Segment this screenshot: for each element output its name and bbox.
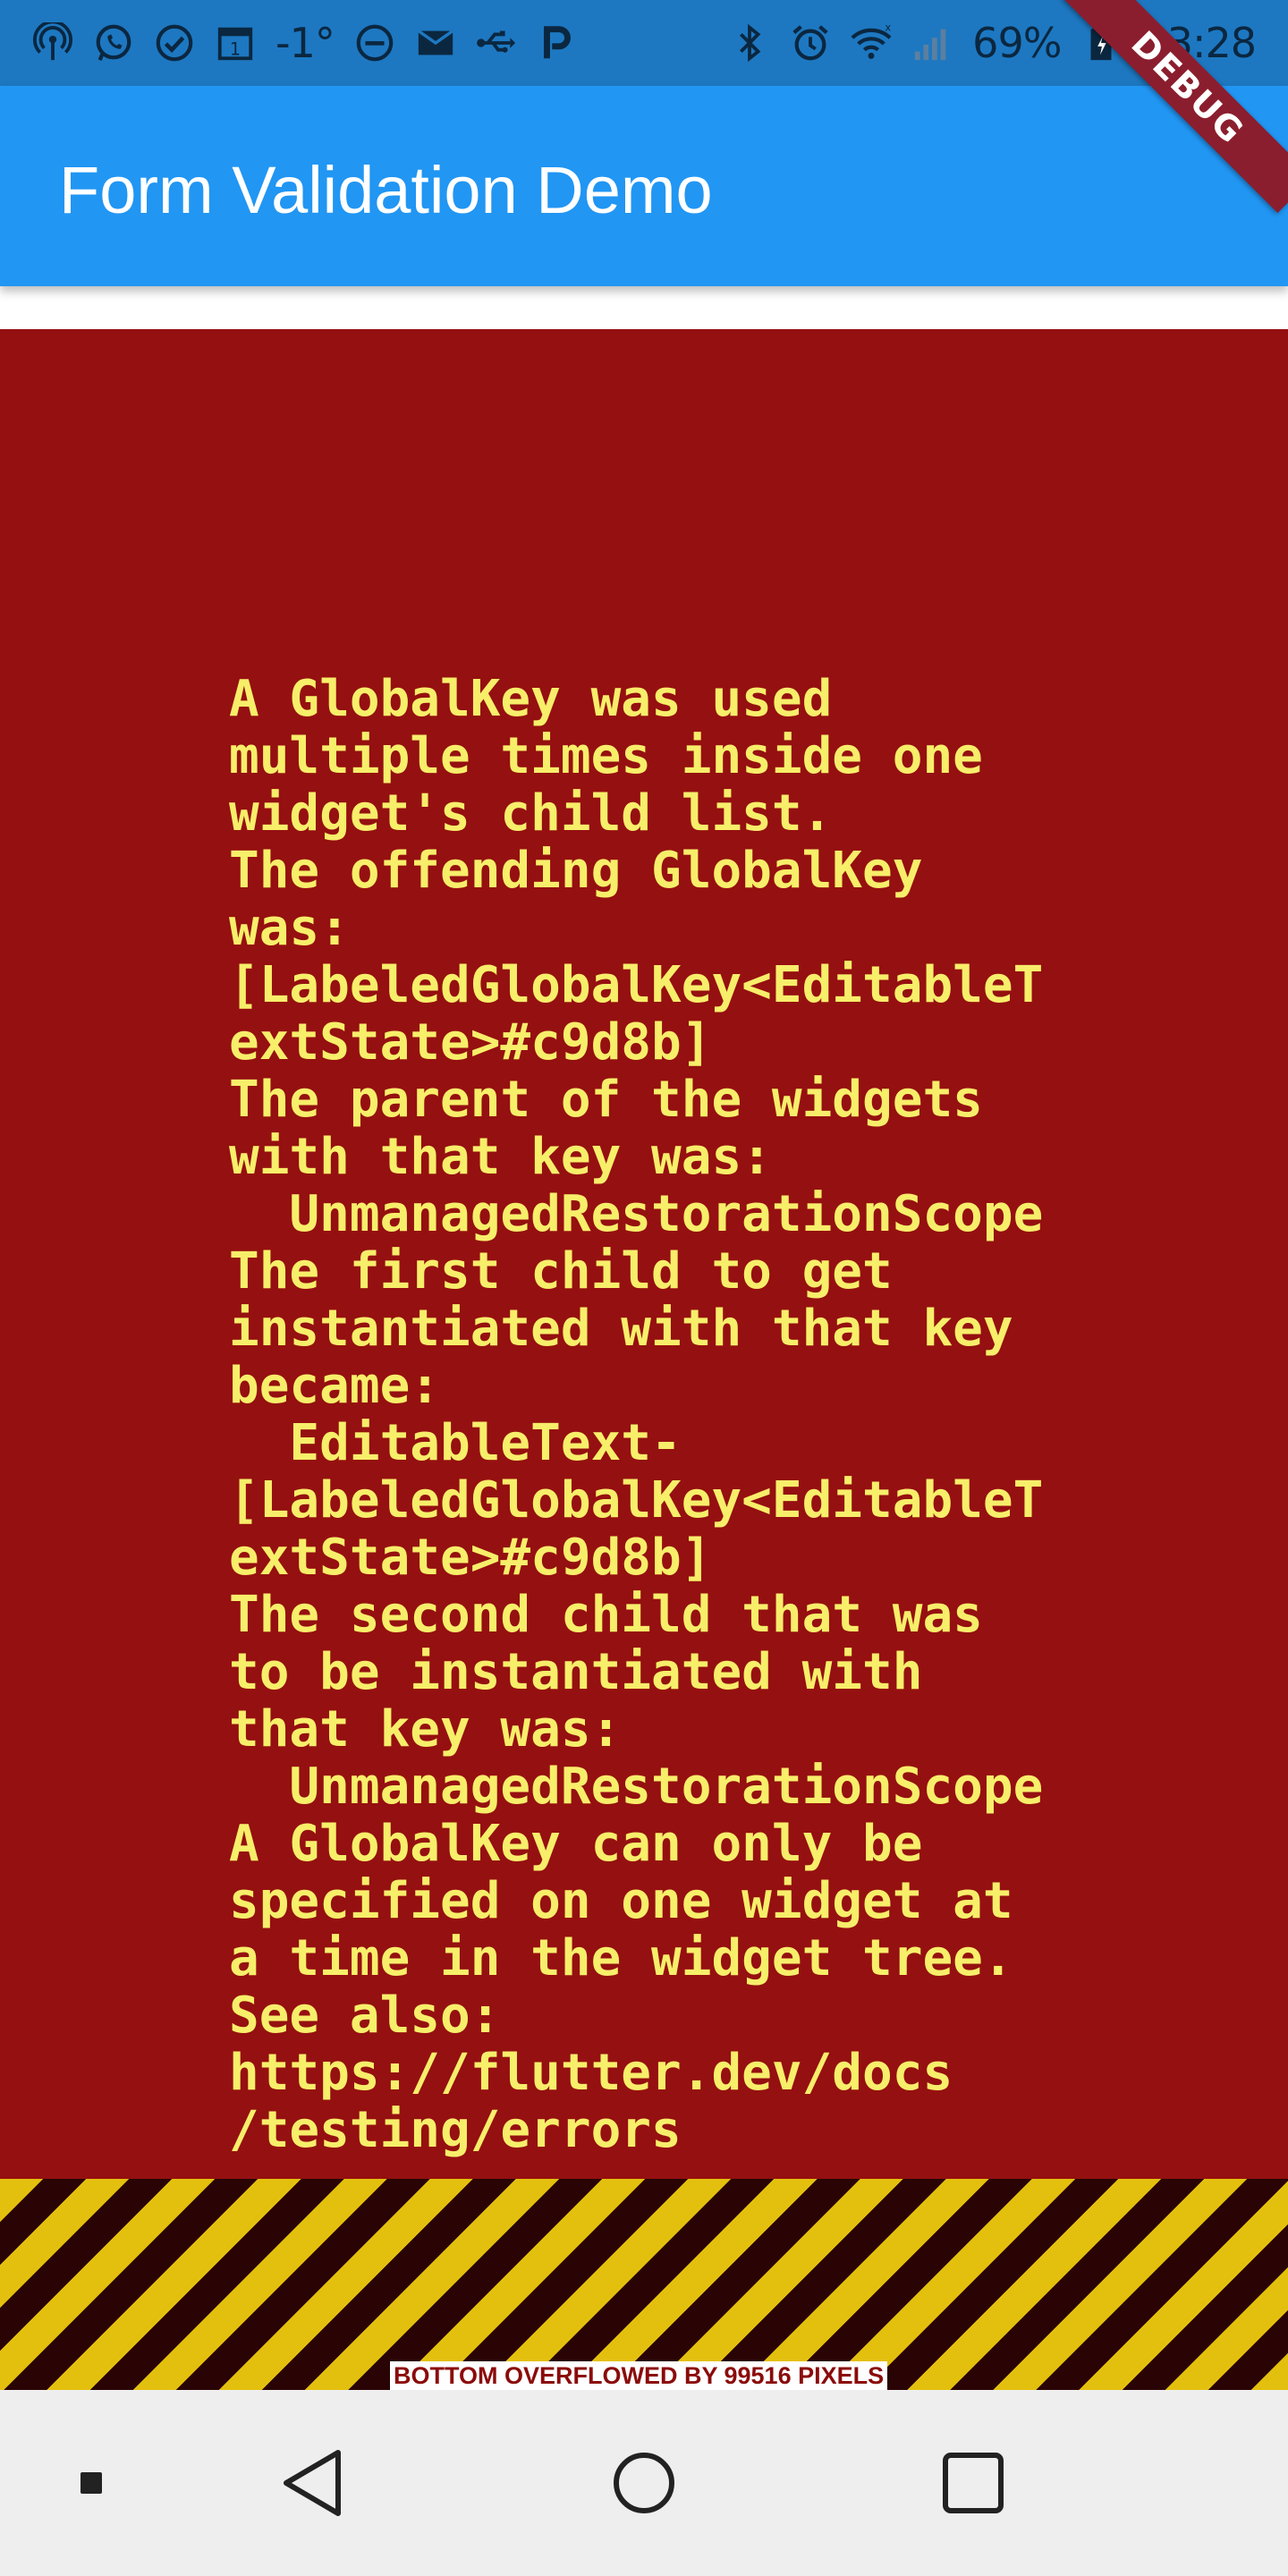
broadcast-icon <box>32 22 73 64</box>
recent-apps-icon <box>80 2472 102 2494</box>
mail-icon <box>415 22 456 64</box>
back-icon <box>284 2450 341 2516</box>
status-bar-left: 1 -1° <box>0 19 610 67</box>
calendar-day: 1 <box>230 38 241 59</box>
error-panel: A GlobalKey was used multiple times insi… <box>0 329 1288 2179</box>
usb-icon <box>476 22 517 64</box>
alarm-icon <box>790 22 831 64</box>
back-button[interactable] <box>259 2429 367 2537</box>
battery-percent: 69% <box>972 19 1062 67</box>
overflow-label: BOTTOM OVERFLOWED BY 99516 PIXELS <box>390 2361 888 2390</box>
do-not-disturb-icon <box>354 22 395 64</box>
temperature: -1° <box>275 19 335 67</box>
navigation-bar <box>0 2390 1288 2576</box>
overview-button[interactable] <box>919 2429 1027 2537</box>
recent-apps-button[interactable] <box>38 2429 145 2537</box>
home-icon <box>614 2453 674 2513</box>
svg-text:x: x <box>886 22 892 34</box>
wifi-icon: x <box>851 22 892 64</box>
error-message: A GlobalKey was used multiple times insi… <box>229 670 1044 2159</box>
whatsapp-icon <box>93 22 134 64</box>
bluetooth-icon <box>729 22 770 64</box>
calendar-icon: 1 <box>215 22 256 64</box>
signal-icon <box>911 22 953 64</box>
check-circle-icon <box>154 22 195 64</box>
status-bar-right: x 69% 23:28 <box>697 19 1288 67</box>
overview-icon <box>943 2453 1004 2513</box>
overflow-indicator <box>0 2179 1288 2390</box>
app-bar: Form Validation Demo <box>0 86 1288 286</box>
page-title: Form Validation Demo <box>59 153 713 227</box>
home-button[interactable] <box>590 2429 698 2537</box>
parking-icon <box>537 22 578 64</box>
